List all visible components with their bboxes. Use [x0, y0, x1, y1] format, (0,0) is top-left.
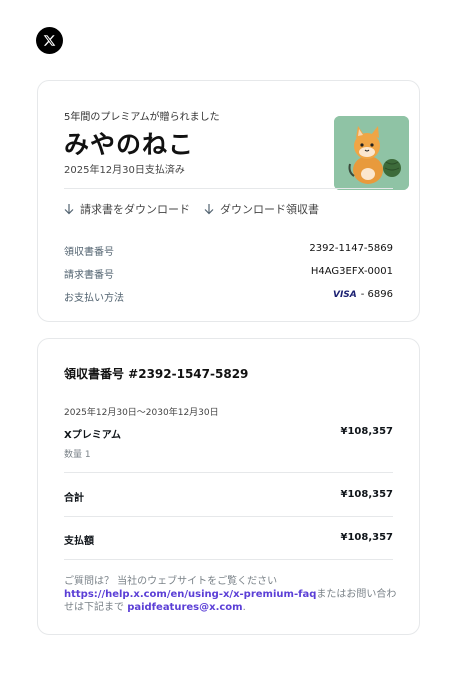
item-price: ¥108,357 [340, 426, 393, 437]
receipt-title: 領収書番号 #2392-1547-5829 [64, 367, 249, 381]
amount-paid-value: ¥108,357 [340, 532, 393, 543]
download-icon [204, 203, 214, 214]
total-label: 合計 [64, 493, 84, 504]
item-quantity: 数量 1 [64, 450, 91, 460]
download-links: 請求書をダウンロード ダウンロード領収書 [64, 201, 319, 217]
amount-paid-label: 支払額 [64, 536, 94, 547]
recipient-name: みやのねこ [64, 130, 195, 159]
total-row: 合計 ¥108,357 [64, 489, 393, 504]
receipt-page: 5年間のプレミアムが贈られました みやのねこ 2025年12月30日支払済み 請… [0, 0, 454, 689]
amount-paid-row: 支払額 ¥108,357 [64, 532, 393, 547]
visa-logo: VISA [332, 290, 357, 300]
line-item: Xプレミアム ¥108,357 [64, 426, 393, 441]
download-invoice-link[interactable]: 請求書をダウンロード [64, 201, 190, 217]
gift-label: 5年間のプレミアムが贈られました [64, 112, 220, 123]
footer-prefix: ご質問は？ 当社のウェブサイトをご覧ください [64, 576, 278, 587]
total-value: ¥108,357 [340, 489, 393, 500]
footer-suffix: . [242, 602, 246, 613]
payment-method-row: お支払い方法 VISA - 6896 [64, 289, 393, 304]
receipt-detail-card: 領収書番号 #2392-1547-5829 2025年12月30日～2030年1… [37, 338, 420, 635]
field-label: 領収書番号 [64, 247, 114, 258]
field-label: 請求書番号 [64, 270, 114, 281]
receipt-number-row: 領収書番号 2392-1147-5869 [64, 243, 393, 258]
card-last-digits: - 6896 [360, 289, 393, 300]
divider [64, 188, 393, 189]
support-footer: ご質問は？ 当社のウェブサイトをご覧ください https://help.x.co… [64, 575, 397, 614]
download-icon [64, 203, 74, 214]
x-logo-icon [36, 27, 63, 54]
payment-date: 2025年12月30日支払済み [64, 165, 185, 176]
gift-summary-card: 5年間のプレミアムが贈られました みやのねこ 2025年12月30日支払済み 請… [37, 80, 420, 322]
download-receipt-link[interactable]: ダウンロード領収書 [204, 201, 319, 217]
download-receipt-label: ダウンロード領収書 [220, 203, 319, 216]
field-value: 2392-1147-5869 [309, 243, 393, 254]
download-invoice-label: 請求書をダウンロード [80, 203, 190, 216]
support-email-link[interactable]: paidfeatures@x.com [127, 602, 242, 613]
avatar [334, 116, 409, 190]
field-value: H4AG3EFX-0001 [310, 266, 393, 277]
subscription-period: 2025年12月30日～2030年12月30日 [64, 408, 219, 418]
help-link[interactable]: https://help.x.com/en/using-x/x-premium-… [64, 589, 316, 600]
item-name: Xプレミアム [64, 430, 122, 441]
divider [64, 472, 393, 473]
divider [64, 516, 393, 517]
field-value: VISA - 6896 [333, 289, 393, 304]
field-label: お支払い方法 [64, 293, 124, 304]
invoice-number-row: 請求書番号 H4AG3EFX-0001 [64, 266, 393, 281]
divider [64, 559, 393, 560]
